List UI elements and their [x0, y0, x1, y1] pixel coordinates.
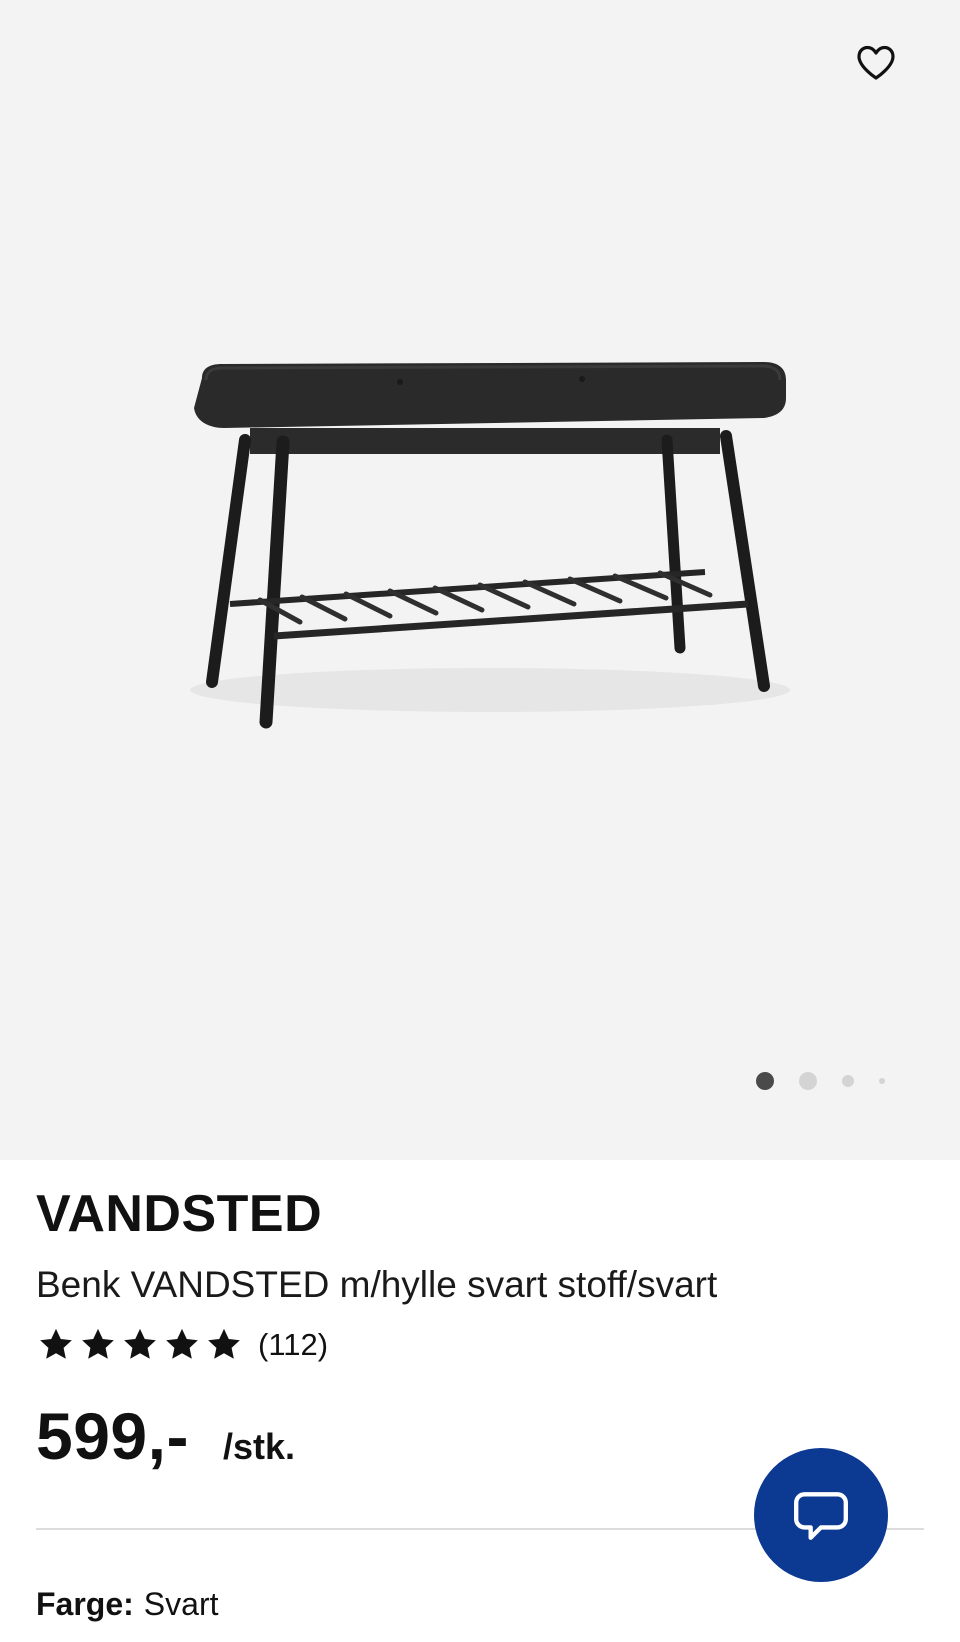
- pagination-dot-3[interactable]: [842, 1075, 854, 1087]
- favorite-button[interactable]: [850, 38, 902, 88]
- color-value: Svart: [143, 1586, 219, 1622]
- gallery-pagination: [748, 1068, 898, 1092]
- heart-outline-icon: [857, 45, 895, 80]
- review-count: (112): [258, 1327, 329, 1362]
- pagination-dot-4[interactable]: [879, 1078, 885, 1084]
- product-description: Benk VANDSTED m/hylle svart stoff/svart: [36, 1264, 718, 1305]
- color-selection[interactable]: Farge: Svart: [36, 1582, 218, 1626]
- product-image: [190, 362, 790, 729]
- pagination-dot-1[interactable]: [756, 1072, 774, 1090]
- rating-stars: [36, 1326, 244, 1364]
- chat-button[interactable]: [754, 1448, 888, 1582]
- chat-bubble-icon: [794, 1492, 848, 1540]
- star-icon: [40, 1328, 72, 1359]
- star-icon: [208, 1328, 240, 1359]
- star-icon: [82, 1328, 114, 1359]
- product-brand: VANDSTED: [36, 1185, 323, 1243]
- product-gallery[interactable]: [0, 0, 960, 1160]
- product-rating[interactable]: (112): [36, 1322, 328, 1368]
- star-icon: [124, 1328, 156, 1359]
- color-label: Farge:: [36, 1586, 134, 1622]
- star-icon: [166, 1328, 198, 1359]
- product-price: 599,- /stk.: [36, 1398, 295, 1473]
- pagination-dot-2[interactable]: [799, 1072, 817, 1090]
- price-value: 599,-: [36, 1399, 189, 1473]
- price-unit: /stk.: [222, 1426, 295, 1467]
